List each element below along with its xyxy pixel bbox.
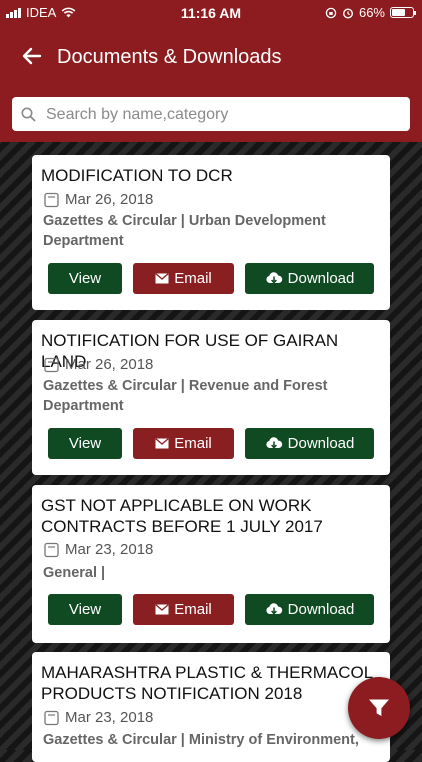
orientation-lock-icon (325, 7, 337, 18)
date-text: Mar 26, 2018 (65, 356, 154, 373)
document-card: NOTIFICATION FOR USE OF GAIRAN LAND Mar … (32, 320, 390, 475)
date-text: Mar 23, 2018 (65, 709, 154, 726)
envelope-icon (155, 438, 169, 449)
email-button[interactable]: Email (133, 594, 234, 625)
document-category: Gazettes & Circular | Urban Development … (43, 213, 326, 249)
status-right: 66% (325, 5, 416, 20)
view-label: View (68, 270, 102, 287)
email-label: Email (174, 601, 212, 618)
document-date: Mar 26, 2018 (44, 191, 153, 208)
search-bar-container (0, 90, 422, 142)
download-button[interactable]: Download (245, 263, 374, 294)
filter-icon (369, 699, 389, 716)
search-icon (21, 107, 36, 122)
cloud-download-icon (266, 271, 282, 284)
document-title: MODIFICATION TO DCR (41, 166, 233, 185)
app-bar: Documents & Downloads (0, 24, 422, 90)
document-category: Gazettes & Circular | Revenue and Forest… (43, 378, 328, 414)
calendar-icon (44, 710, 59, 725)
view-button[interactable]: View (48, 263, 122, 294)
document-date: Mar 26, 2018 (44, 356, 153, 373)
alarm-icon (342, 7, 353, 19)
cloud-download-icon (266, 436, 282, 449)
email-label: Email (174, 270, 212, 287)
calendar-icon (44, 542, 59, 557)
document-title: GST NOT APPLICABLE ON WORK CONTRACTS BEF… (41, 496, 323, 536)
document-card: GST NOT APPLICABLE ON WORK CONTRACTS BEF… (32, 485, 390, 643)
document-title: MAHARASHTRA PLASTIC & THERMACOL PRODUCTS… (41, 663, 373, 703)
email-label: Email (174, 435, 212, 452)
document-category: General | (43, 565, 106, 581)
view-label: View (68, 601, 102, 618)
download-label: Download (287, 270, 355, 287)
filter-button[interactable] (348, 677, 410, 739)
battery-fill (392, 9, 406, 16)
date-text: Mar 26, 2018 (65, 191, 154, 208)
envelope-icon (155, 273, 169, 284)
document-card: MODIFICATION TO DCR Mar 26, 2018 Gazette… (32, 155, 390, 310)
document-date: Mar 23, 2018 (44, 709, 153, 726)
calendar-icon (44, 192, 59, 207)
document-category: Gazettes & Circular | Ministry of Enviro… (43, 732, 359, 748)
email-button[interactable]: Email (133, 263, 234, 294)
download-label: Download (287, 435, 355, 452)
download-label: Download (287, 601, 355, 618)
battery-percent: 66% (358, 5, 385, 20)
page-title: Documents & Downloads (57, 46, 282, 68)
email-button[interactable]: Email (133, 428, 234, 459)
view-label: View (68, 435, 102, 452)
status-bar: IDEA 11:16 AM 66% (0, 0, 422, 24)
document-date: Mar 23, 2018 (44, 541, 153, 558)
view-button[interactable]: View (48, 428, 122, 459)
calendar-icon (44, 357, 59, 372)
date-text: Mar 23, 2018 (65, 541, 154, 558)
back-arrow-icon[interactable] (20, 44, 44, 68)
search-box[interactable] (12, 97, 410, 133)
document-card: MAHARASHTRA PLASTIC & THERMACOL PRODUCTS… (32, 652, 390, 762)
search-input[interactable] (44, 97, 398, 133)
download-button[interactable]: Download (245, 428, 374, 459)
battery-icon (390, 7, 416, 18)
view-button[interactable]: View (48, 594, 122, 625)
envelope-icon (155, 604, 169, 615)
cloud-download-icon (266, 602, 282, 615)
download-button[interactable]: Download (245, 594, 374, 625)
